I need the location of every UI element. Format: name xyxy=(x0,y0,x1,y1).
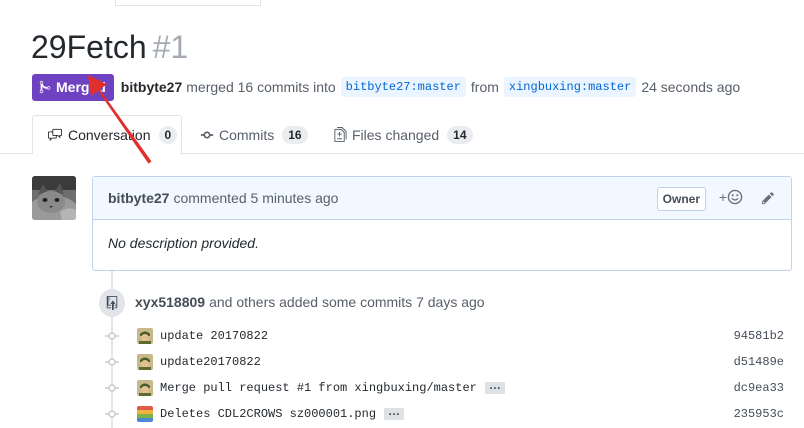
merge-time[interactable]: 24 seconds ago xyxy=(641,79,740,95)
commit-message-link[interactable]: Merge pull request #1 from xingbuxing/ma… xyxy=(160,381,477,395)
repo-push-icon xyxy=(106,296,118,310)
commit-message-link[interactable]: Deletes CDL2CROWS sz000001.png xyxy=(160,407,376,421)
tab-commits-label: Commits xyxy=(219,126,275,143)
comment-author-avatar[interactable] xyxy=(32,176,76,220)
commit-sha-link[interactable]: 94581b2 xyxy=(734,329,784,343)
commit-author-avatar[interactable] xyxy=(137,354,153,370)
merged-text: merged 16 commits into xyxy=(186,79,336,95)
head-branch-label[interactable]: xingbuxing:master xyxy=(503,77,637,97)
commit-sha-link[interactable]: dc9ea33 xyxy=(734,381,784,395)
pr-meta: Merged bitbyte27 merged 16 commits into … xyxy=(32,73,740,101)
git-merge-icon xyxy=(39,80,51,94)
cat-avatar-image xyxy=(32,176,76,220)
tab-commits[interactable]: Commits 16 xyxy=(200,115,308,154)
commit-dot-icon xyxy=(104,331,120,341)
tab-conversation-count: 0 xyxy=(158,126,178,144)
tab-files-changed-count: 14 xyxy=(447,125,473,144)
commit-author-avatar[interactable] xyxy=(137,328,153,344)
file-diff-icon xyxy=(334,127,347,142)
tab-files-changed-label: Files changed xyxy=(352,126,440,143)
commit-row: Deletes CDL2CROWS sz000001.png … 235953c xyxy=(104,403,794,425)
expand-commit-message-button[interactable]: … xyxy=(484,379,505,394)
pr-tabs: Conversation 0 Commits 16 Files changed … xyxy=(0,115,804,155)
commit-dot-icon xyxy=(104,409,120,419)
pr-description-comment: bitbyte27 commented 5 minutes ago Owner … xyxy=(92,176,792,271)
commits-event-time[interactable]: 7 days ago xyxy=(416,294,485,310)
pr-title-text: 29Fetch xyxy=(31,29,147,65)
expand-commit-message-button[interactable]: … xyxy=(384,405,405,420)
comment-discussion-icon xyxy=(48,128,62,142)
merged-state-label: Merged xyxy=(56,79,106,95)
repo-push-badge xyxy=(99,289,125,317)
commit-row: update 20170822 94581b2 xyxy=(104,325,794,347)
pencil-icon xyxy=(761,192,774,205)
tab-conversation-label: Conversation xyxy=(68,127,151,143)
top-tab-stub xyxy=(115,0,261,6)
tab-conversation[interactable]: Conversation 0 xyxy=(32,115,182,155)
pr-number: #1 xyxy=(152,29,189,65)
comment-action: commented xyxy=(173,190,247,206)
commit-sha-link[interactable]: d51489e xyxy=(734,355,784,369)
from-text: from xyxy=(470,79,499,95)
pr-title: 29Fetch #1 xyxy=(31,27,188,67)
commit-dot-icon xyxy=(104,383,120,393)
commit-sha-link[interactable]: 235953c xyxy=(734,407,784,421)
edit-comment-button[interactable] xyxy=(761,191,775,208)
commits-author-link[interactable]: xyx518809 xyxy=(135,294,205,310)
smiley-icon xyxy=(727,189,743,205)
commits-event-header: xyx518809 and others added some commits 7… xyxy=(135,294,485,310)
comment-time-link[interactable]: 5 minutes ago xyxy=(251,190,339,206)
commit-author-avatar[interactable] xyxy=(137,380,153,396)
commit-dot-icon xyxy=(104,357,120,367)
owner-label: Owner xyxy=(656,187,706,211)
reaction-plus: + xyxy=(718,189,727,205)
commit-message-link[interactable]: update20170822 xyxy=(160,355,261,369)
commit-row: Merge pull request #1 from xingbuxing/ma… xyxy=(104,377,794,399)
git-commit-icon xyxy=(200,131,214,138)
tab-commits-count: 16 xyxy=(282,125,308,144)
base-branch-label[interactable]: bitbyte27:master xyxy=(340,77,466,97)
commit-author-avatar[interactable] xyxy=(137,406,153,422)
merged-state-badge: Merged xyxy=(32,73,114,101)
pr-author-link[interactable]: bitbyte27 xyxy=(121,79,182,95)
commit-message-link[interactable]: update 20170822 xyxy=(160,329,268,343)
commits-event-text: and others added some commits xyxy=(209,294,413,310)
tab-files-changed[interactable]: Files changed 14 xyxy=(334,115,473,154)
commit-row: update20170822 d51489e xyxy=(104,351,794,373)
comment-body: No description provided. xyxy=(108,235,259,251)
add-reaction-button[interactable]: + xyxy=(719,189,743,205)
comment-author-link[interactable]: bitbyte27 xyxy=(108,190,169,206)
